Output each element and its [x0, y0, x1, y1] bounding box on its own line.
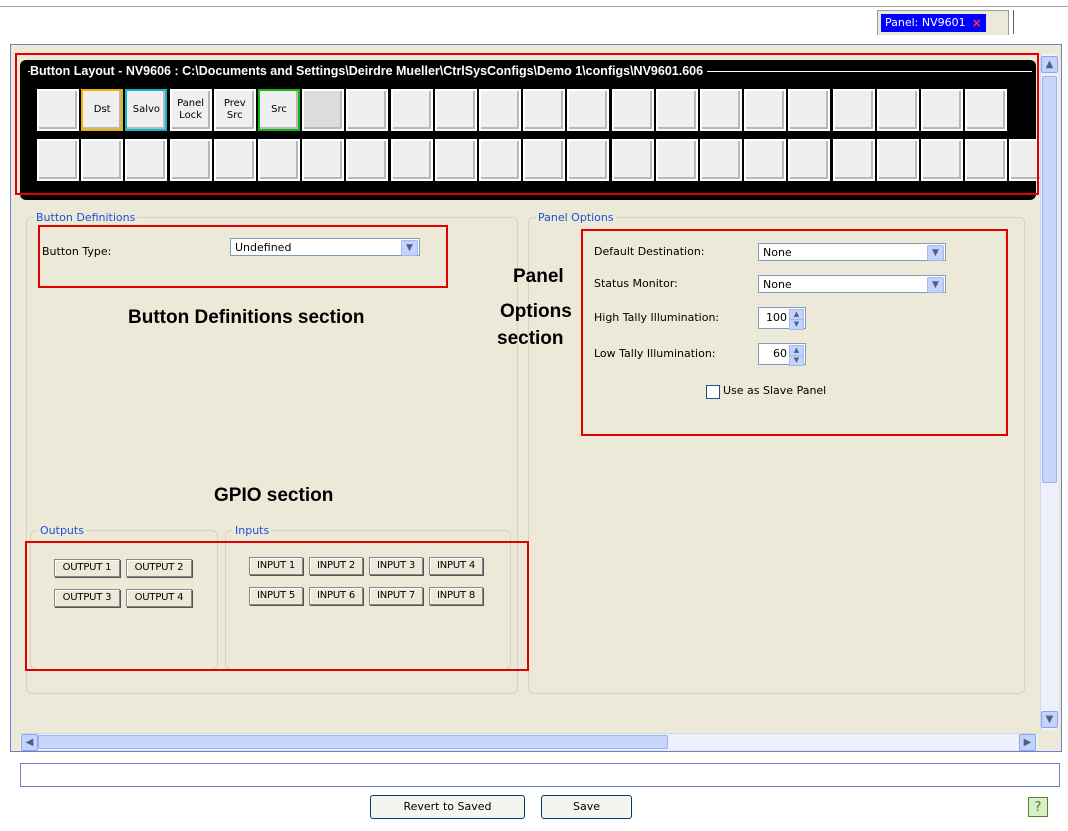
scroll-up-icon[interactable]: ▲: [1041, 56, 1058, 73]
button-definitions-highlight: [38, 225, 448, 288]
revert-to-saved-button[interactable]: Revert to Saved: [370, 795, 525, 819]
inputs-legend: Inputs: [233, 524, 272, 537]
annotation-options: Options: [500, 301, 572, 322]
status-bar: [20, 763, 1060, 787]
vertical-scroll-thumb[interactable]: [1042, 76, 1057, 483]
panel-options-highlight: [581, 229, 1008, 436]
save-button[interactable]: Save: [541, 795, 632, 819]
annotation-panel: Panel: [513, 266, 564, 287]
panel-tab-title: Panel: NV9601: [885, 16, 966, 29]
outputs-legend: Outputs: [38, 524, 86, 537]
top-rule: [0, 6, 1068, 7]
scroll-left-icon[interactable]: ◀: [21, 734, 38, 751]
annotation-gpio: GPIO section: [214, 485, 334, 506]
button-definitions-legend: Button Definitions: [34, 211, 138, 224]
help-icon[interactable]: ?: [1028, 797, 1048, 817]
scroll-right-icon[interactable]: ▶: [1019, 734, 1036, 751]
panel-tab[interactable]: Panel: NV9601 ×: [877, 10, 1009, 35]
horizontal-scroll-thumb[interactable]: [38, 735, 668, 749]
annotation-button-definitions: Button Definitions section: [128, 307, 365, 328]
close-icon[interactable]: ×: [972, 14, 982, 32]
vertical-scrollbar[interactable]: ▲ ▼: [1040, 54, 1058, 730]
annotation-section: section: [497, 328, 564, 349]
panel-options-legend: Panel Options: [536, 211, 616, 224]
button-layout-highlight: [15, 53, 1039, 195]
scroll-down-icon[interactable]: ▼: [1041, 711, 1058, 728]
panel-tab-label[interactable]: Panel: NV9601 ×: [881, 14, 986, 32]
tab-divider: [1013, 10, 1014, 34]
horizontal-scrollbar[interactable]: ◀ ▶: [20, 733, 1038, 751]
gpio-highlight: [25, 541, 529, 671]
